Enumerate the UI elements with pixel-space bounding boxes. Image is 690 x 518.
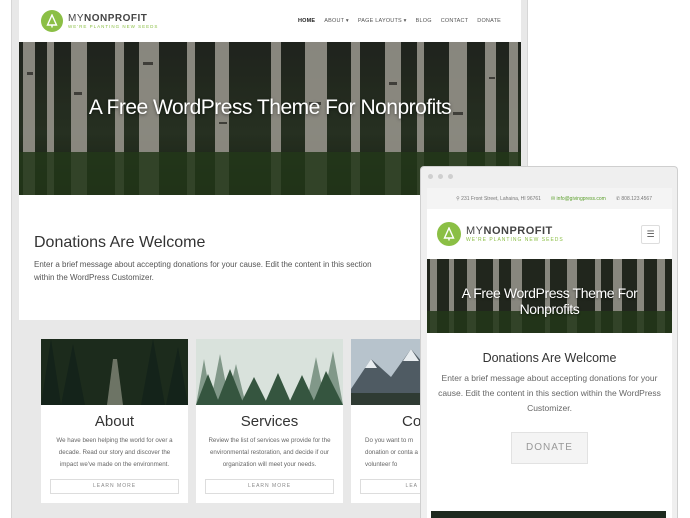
donations-text: Enter a brief message about accepting do… [34,260,372,282]
card-text: Review the list of services we provide f… [208,437,331,468]
nav-contact[interactable]: CONTACT [441,18,469,24]
mobile-site: ⚲ 231 Front Street, Lahaina, HI 96761 ✉ … [427,188,672,518]
phone[interactable]: ✆ 808.123.4567 [616,196,652,202]
donate-button[interactable]: DONATE [511,432,588,464]
window-dot-icon [428,174,433,179]
misty-forest-image [196,339,343,405]
card-title: About [94,413,135,430]
mobile-header: MYNONPROFIT WE'RE PLANTING NEW SEEDS ☰ [427,209,672,259]
card-title: Services [240,413,299,430]
learn-more-button[interactable]: LEARN MORE [50,479,179,494]
logo-name: MYNONPROFIT [68,12,148,24]
site-logo[interactable]: MYNONPROFIT WE'RE PLANTING NEW SEEDS [41,10,158,32]
donations-title: Donations Are Welcome [482,351,617,365]
hero-title: A Free WordPress Theme For Nonprofits [88,96,452,119]
mobile-browser-mock: ⚲ 231 Front Street, Lahaina, HI 96761 ✉ … [420,166,678,518]
forest-road-image [41,339,188,405]
theme-preview: MYNONPROFIT WE'RE PLANTING NEW SEEDS HOM… [0,0,690,518]
nav-about[interactable]: ABOUT ▾ [324,18,349,24]
card-text: Do you want to m donation or conta a vol… [365,437,418,468]
card-about: About We have been helping the world for… [41,339,188,503]
window-controls [428,174,453,179]
hamburger-icon[interactable]: ☰ [641,224,660,244]
email-link[interactable]: ✉ info@givingpress.com [551,196,606,202]
site-logo[interactable]: MYNONPROFIT WE'RE PLANTING NEW SEEDS [437,222,564,246]
donations-title: Donations Are Welcome [34,234,206,251]
window-dot-icon [438,174,443,179]
contact-bar: ⚲ 231 Front Street, Lahaina, HI 96761 ✉ … [427,188,672,209]
mail-icon: ✉ [550,195,556,202]
logo-name: MYNONPROFIT [466,224,553,237]
card-text: We have been helping the world for over … [56,437,173,468]
learn-more-button[interactable]: LEARN MORE [205,479,334,494]
logo-tagline: WE'RE PLANTING NEW SEEDS [68,23,159,29]
tree-logo-icon [41,10,63,32]
location-pin-icon: ⚲ [456,195,460,202]
address: ⚲ 231 Front Street, Lahaina, HI 96761 [456,195,541,202]
main-nav: HOME ABOUT ▾ PAGE LAYOUTS ▾ BLOG CONTACT… [298,18,501,24]
desktop-header: MYNONPROFIT WE'RE PLANTING NEW SEEDS HOM… [19,0,521,42]
logo-tagline: WE'RE PLANTING NEW SEEDS [466,236,564,243]
card-services: Services Review the list of services we … [196,339,343,503]
mobile-hero-banner: A Free WordPress Theme For Nonprofits [427,259,672,333]
window-dot-icon [448,174,453,179]
nav-home[interactable]: HOME [298,18,315,24]
tree-logo-icon [437,222,461,246]
nav-page-layouts[interactable]: PAGE LAYOUTS ▾ [358,18,407,24]
nav-blog[interactable]: BLOG [416,18,432,24]
next-section-image [431,511,666,518]
phone-icon: ✆ [615,195,621,202]
hero-title: A Free WordPress Theme For Nonprofits [461,285,638,317]
nav-donate[interactable]: DONATE [477,18,501,24]
donations-text: Enter a brief message about accepting do… [438,373,661,413]
